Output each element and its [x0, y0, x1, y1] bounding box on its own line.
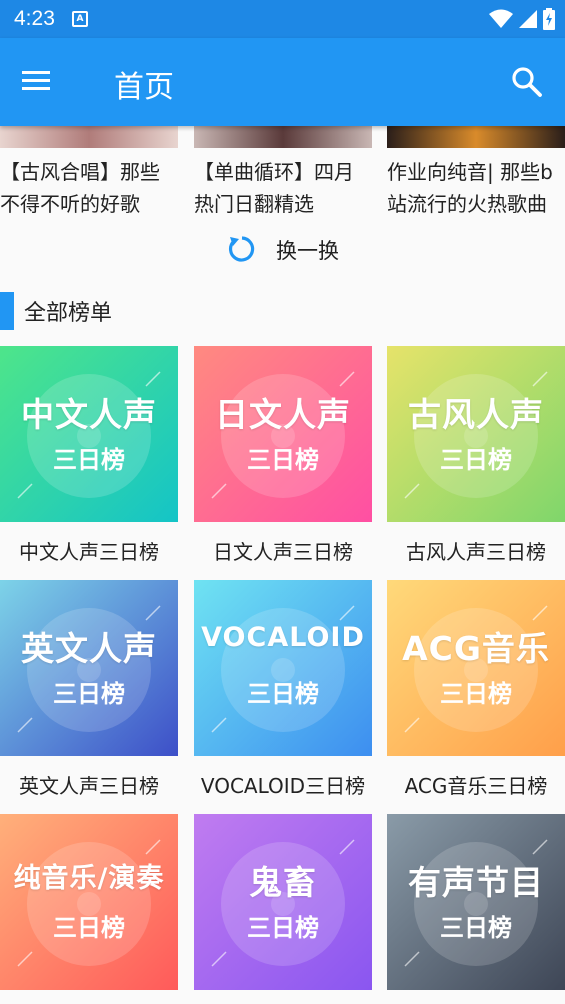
menu-icon[interactable] [22, 66, 66, 98]
section-header: 全部榜单 [0, 292, 112, 330]
rec-title-1: 【古风合唱】那些 不得不听的好歌 [0, 160, 160, 216]
chart-tile-subtitle: 三日榜 [53, 680, 125, 708]
rec-cover-1 [0, 126, 178, 148]
chart-caption-3: 古风人声三日榜 [406, 540, 546, 564]
status-bar: 4:23 A [0, 0, 565, 38]
chart-tile-title: 中文人声 [21, 395, 157, 434]
chart-tile-3[interactable]: 古风人声 三日榜 [387, 346, 565, 522]
rec-title-3: 作业向纯音| 那些b 站流行的火热歌曲 [387, 160, 553, 216]
chart-tile-5[interactable]: VOCALOID 三日榜 [194, 580, 372, 756]
chart-tile-subtitle: 三日榜 [247, 446, 319, 474]
chart-tile-8[interactable]: 鬼畜 三日榜 [194, 814, 372, 990]
chart-tile-title: 有声节目 [408, 863, 544, 902]
chart-tile-subtitle: 三日榜 [247, 680, 319, 708]
chart-tile-subtitle: 三日榜 [53, 446, 125, 474]
chart-tile-9[interactable]: 有声节目 三日榜 [387, 814, 565, 990]
chart-tile-title: 鬼畜 [249, 863, 317, 902]
battery-icon [543, 8, 555, 30]
chart-tile-title: 纯音乐/演奏 [13, 863, 165, 894]
chart-caption-4: 英文人声三日榜 [19, 774, 159, 798]
chart-tile-2[interactable]: 日文人声 三日榜 [194, 346, 372, 522]
status-icons [489, 8, 555, 30]
rec-cover-3 [387, 126, 565, 148]
wifi-icon [489, 9, 513, 28]
chart-caption-6: ACG音乐三日榜 [404, 774, 548, 798]
chart-tile-7[interactable]: 纯音乐/演奏 三日榜 [0, 814, 178, 990]
chart-caption-5: VOCALOID三日榜 [200, 774, 366, 798]
chart-caption-2: 日文人声三日榜 [213, 540, 353, 564]
chart-tile-title: 日文人声 [215, 395, 351, 434]
notification-icon: A [72, 11, 88, 27]
signal-icon [519, 10, 537, 28]
chart-tile-subtitle: 三日榜 [440, 914, 512, 942]
page-title: 首页 [114, 70, 174, 105]
app-bar: 首页 [0, 38, 565, 126]
rec-cover-2 [194, 126, 372, 148]
section-accent-bar [0, 292, 14, 330]
chart-caption-1: 中文人声三日榜 [19, 540, 159, 564]
chart-tile-title: ACG音乐 [402, 629, 550, 668]
rec-card-2[interactable]: 【单曲循环】四月 热门日翻精选 [194, 126, 372, 220]
chart-tile-title: 英文人声 [21, 629, 157, 668]
chart-tile-1[interactable]: 中文人声 三日榜 [0, 346, 178, 522]
chart-cover [194, 580, 372, 756]
chart-tile-subtitle: 三日榜 [440, 446, 512, 474]
chart-tile-subtitle: 三日榜 [247, 914, 319, 942]
chart-tile-6[interactable]: ACG音乐三日榜 [387, 580, 565, 756]
refresh-label: 换一换 [276, 239, 339, 263]
rec-card-3[interactable]: 作业向纯音| 那些b 站流行的火热歌曲 [387, 126, 565, 220]
section-title: 全部榜单 [24, 301, 113, 326]
status-time: 4:23 [14, 7, 55, 30]
chart-tile-subtitle: 三日榜 [440, 680, 512, 708]
refresh-icon [228, 236, 255, 262]
main-content: 【古风合唱】那些 不得不听的好歌 【单曲循环】四月 热门日翻精选 作业向纯音| 那些… [0, 126, 565, 1004]
search-icon[interactable] [509, 64, 545, 100]
chart-cover [0, 814, 178, 990]
recommendations: 【古风合唱】那些 不得不听的好歌 【单曲循环】四月 热门日翻精选 作业向纯音| 那些… [0, 126, 565, 222]
rec-title-2: 【单曲循环】四月 热门日翻精选 [194, 160, 354, 216]
chart-tile-title: 古风人声 [408, 395, 544, 434]
refresh-button[interactable]: 换一换 [226, 230, 339, 270]
chart-tile-subtitle: 三日榜 [53, 914, 125, 942]
chart-tile-title: VOCALOID [201, 622, 365, 653]
chart-tile-4[interactable]: 英文人声 三日榜 [0, 580, 178, 756]
rec-card-1[interactable]: 【古风合唱】那些 不得不听的好歌 [0, 126, 178, 220]
